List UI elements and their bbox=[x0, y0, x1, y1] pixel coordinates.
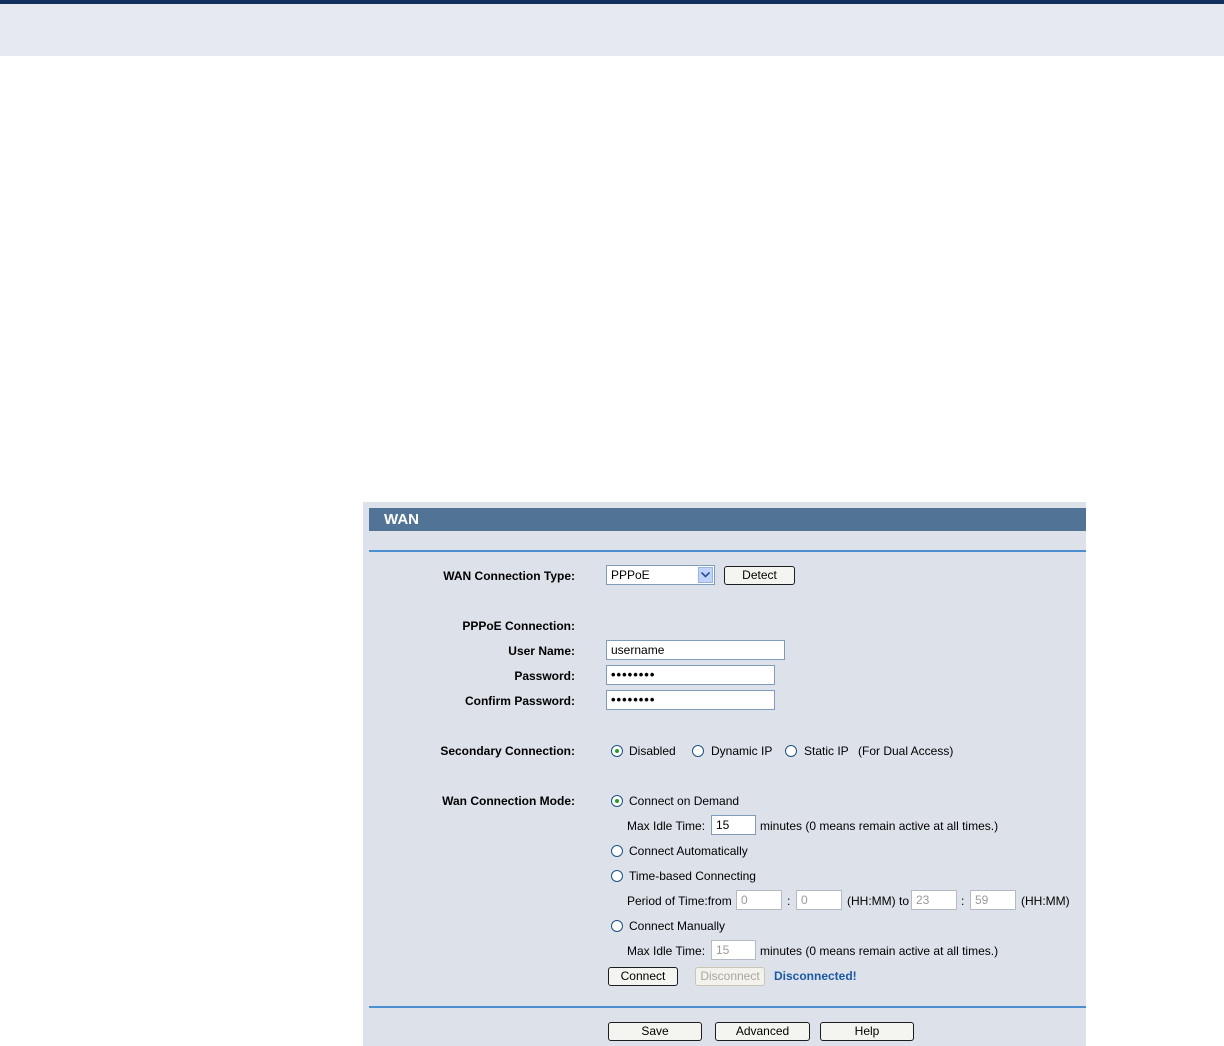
secondary-connection-label: Secondary Connection: bbox=[440, 744, 575, 758]
secondary-disabled-radio[interactable] bbox=[611, 745, 623, 757]
disconnect-button[interactable]: Disconnect bbox=[695, 967, 765, 986]
advanced-button[interactable]: Advanced bbox=[715, 1022, 810, 1041]
time-based-label: Time-based Connecting bbox=[629, 869, 756, 883]
manual-idle-note: minutes (0 means remain active at all ti… bbox=[760, 944, 999, 958]
connect-manually-label: Connect Manually bbox=[629, 919, 726, 933]
manual-idle-label: Max Idle Time: bbox=[627, 944, 706, 958]
wan-connection-mode-label: Wan Connection Mode: bbox=[442, 794, 575, 808]
detect-button[interactable]: Detect bbox=[724, 566, 795, 585]
save-button[interactable]: Save bbox=[608, 1022, 702, 1041]
password-label: Password: bbox=[514, 669, 575, 683]
from-hour-input[interactable]: 0 bbox=[736, 890, 782, 910]
connection-type-label: WAN Connection Type: bbox=[443, 569, 575, 583]
secondary-dynamic-ip-radio[interactable] bbox=[692, 745, 704, 757]
time-based-radio[interactable] bbox=[611, 870, 623, 882]
connect-on-demand-label: Connect on Demand bbox=[629, 794, 740, 808]
divider-top bbox=[369, 550, 1086, 552]
confirm-password-input[interactable]: •••••••• bbox=[606, 690, 775, 710]
connection-type-value: PPPoE bbox=[611, 568, 650, 582]
connect-automatically-radio[interactable] bbox=[611, 845, 623, 857]
username-input[interactable]: username bbox=[606, 640, 785, 660]
to-separator: : bbox=[961, 894, 965, 908]
secondary-static-ip-radio[interactable] bbox=[785, 745, 797, 757]
connect-button[interactable]: Connect bbox=[608, 967, 678, 986]
to-minute-input[interactable]: 59 bbox=[970, 890, 1016, 910]
hhmm-to-label: (HH:MM) to bbox=[847, 894, 909, 908]
confirm-password-label: Confirm Password: bbox=[464, 694, 575, 708]
password-input[interactable]: •••••••• bbox=[606, 665, 775, 685]
wan-panel: WAN WAN Connection Type: PPPoE Detect PP… bbox=[363, 502, 1086, 1046]
dual-access-note: (For Dual Access) bbox=[858, 744, 954, 758]
secondary-disabled-label: Disabled bbox=[629, 744, 676, 758]
hhmm-label: (HH:MM) bbox=[1021, 894, 1070, 908]
connection-status: Disconnected! bbox=[774, 969, 857, 983]
help-button[interactable]: Help bbox=[820, 1022, 914, 1041]
on-demand-idle-input[interactable]: 15 bbox=[711, 815, 756, 835]
on-demand-idle-label: Max Idle Time: bbox=[627, 819, 706, 833]
manual-idle-input[interactable]: 15 bbox=[711, 940, 756, 960]
connect-on-demand-radio[interactable] bbox=[611, 795, 623, 807]
username-label: User Name: bbox=[508, 644, 575, 658]
panel-title: WAN bbox=[369, 508, 1086, 531]
chevron-down-icon[interactable] bbox=[698, 567, 713, 583]
connect-automatically-label: Connect Automatically bbox=[629, 844, 748, 858]
period-of-time-label: Period of Time:from bbox=[627, 894, 732, 908]
pppoe-section-label: PPPoE Connection: bbox=[462, 619, 575, 633]
to-hour-input[interactable]: 23 bbox=[911, 890, 957, 910]
divider-bottom bbox=[369, 1006, 1086, 1008]
from-separator: : bbox=[787, 894, 791, 908]
header-band bbox=[0, 4, 1224, 56]
on-demand-idle-note: minutes (0 means remain active at all ti… bbox=[760, 819, 999, 833]
connection-type-select[interactable]: PPPoE bbox=[606, 565, 715, 585]
connect-manually-radio[interactable] bbox=[611, 920, 623, 932]
secondary-static-ip-label: Static IP bbox=[804, 744, 849, 758]
from-minute-input[interactable]: 0 bbox=[796, 890, 842, 910]
secondary-dynamic-ip-label: Dynamic IP bbox=[711, 744, 773, 758]
